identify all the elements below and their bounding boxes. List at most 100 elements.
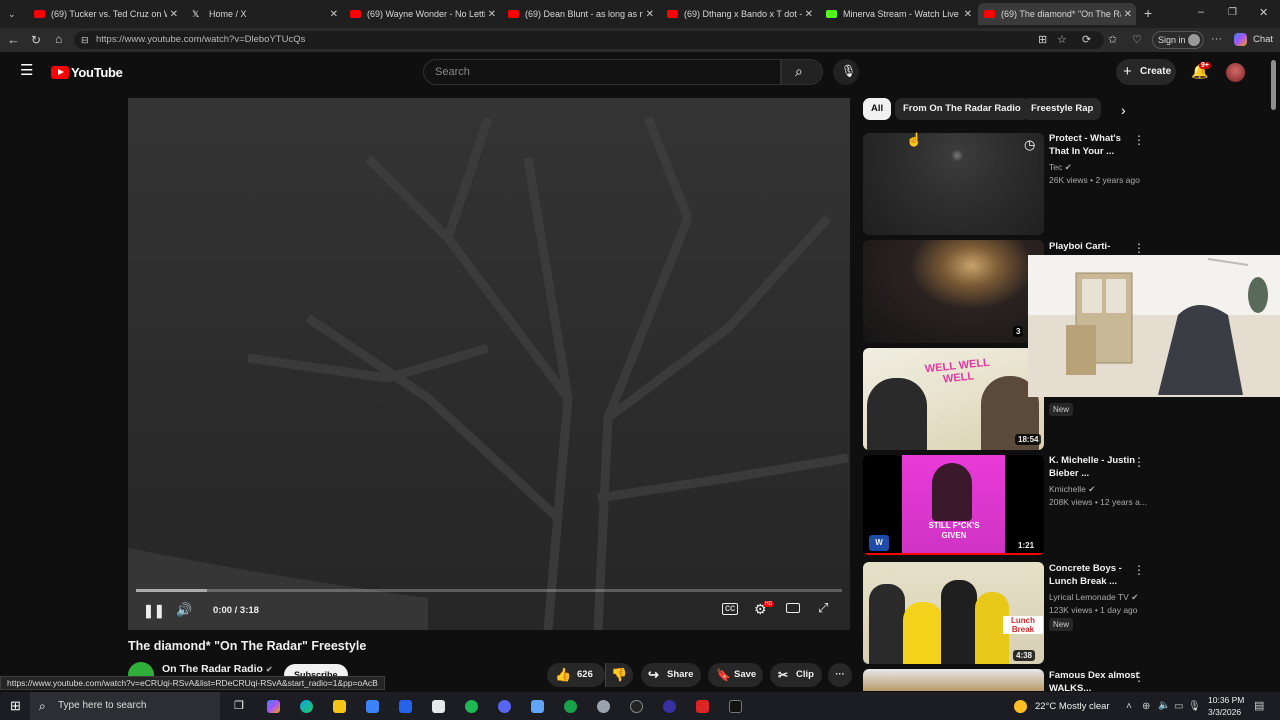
- fullscreen-icon[interactable]: ⤢: [818, 600, 828, 616]
- search-button[interactable]: ⌕: [781, 59, 823, 85]
- app-icon[interactable]: [531, 700, 544, 713]
- notepad-icon[interactable]: [432, 700, 445, 713]
- home-icon[interactable]: ⌂: [55, 33, 62, 45]
- more-options-icon[interactable]: ⋮: [1133, 133, 1145, 147]
- create-button[interactable]: + Create: [1116, 59, 1176, 85]
- volume-icon[interactable]: 🔊: [176, 602, 192, 618]
- app-available-icon[interactable]: ⊞: [1038, 34, 1047, 46]
- rec-channel[interactable]: Kmichelle ✔: [1049, 484, 1095, 495]
- epic-games-icon[interactable]: [729, 700, 742, 713]
- app-icon[interactable]: [663, 700, 676, 713]
- chip-from-on-the-radar[interactable]: From On The Radar Radio: [895, 98, 1029, 120]
- rec-thumbnail[interactable]: [863, 133, 1044, 235]
- theater-mode-icon[interactable]: [786, 603, 800, 613]
- tab-7-active[interactable]: (69) The diamond* "On The Radar✕: [978, 3, 1136, 25]
- mic-tray-icon[interactable]: 🎙: [1188, 701, 1201, 713]
- close-tab-icon[interactable]: ✕: [170, 9, 178, 20]
- pause-button[interactable]: ❚❚: [143, 603, 165, 619]
- save-button[interactable]: 🔖 Save: [708, 663, 763, 687]
- chevron-right-icon[interactable]: ›: [1121, 103, 1126, 117]
- tab-4[interactable]: (69) Dean Blunt - as long as rope✕: [502, 3, 658, 25]
- close-tab-icon[interactable]: ✕: [330, 9, 338, 20]
- rec-item[interactable]: STILL F*CK'S GIVEN W 1:21 K. Michelle - …: [863, 455, 1163, 555]
- tray-chevron-icon[interactable]: ˄: [1126, 701, 1132, 713]
- edge-icon[interactable]: [300, 700, 313, 713]
- rec-thumbnail[interactable]: [863, 669, 1044, 691]
- network-icon[interactable]: ⊕: [1142, 701, 1150, 713]
- close-tab-icon[interactable]: ✕: [488, 9, 496, 20]
- new-tab-icon[interactable]: +: [1144, 6, 1152, 20]
- mail-icon[interactable]: [399, 700, 412, 713]
- like-button[interactable]: 👍 626: [547, 663, 605, 687]
- weather-text[interactable]: 22°C Mostly clear: [1035, 701, 1110, 712]
- tab-3[interactable]: (69) Wayne Wonder - No Letting G✕: [344, 3, 500, 25]
- restore-icon[interactable]: ❐: [1228, 7, 1237, 19]
- more-options-icon[interactable]: ⋮: [1133, 455, 1145, 469]
- extensions-icon[interactable]: ⟳: [1082, 34, 1091, 46]
- more-actions-button[interactable]: ···: [828, 663, 852, 687]
- rec-thumbnail[interactable]: Lunch Break: [863, 562, 1044, 664]
- rec-item[interactable]: Famous Dex almost WALKS... ⋮: [863, 669, 1163, 691]
- taskbar-search-input[interactable]: ⌕ Type here to search: [30, 692, 220, 720]
- task-view-icon[interactable]: ❐: [234, 699, 247, 712]
- captions-icon[interactable]: cc: [722, 603, 738, 615]
- hamburger-menu-icon[interactable]: ☰: [20, 63, 33, 78]
- spotify-icon[interactable]: [465, 700, 478, 713]
- close-tab-icon[interactable]: ✕: [964, 9, 972, 20]
- watch-later-clock-icon[interactable]: ◷: [1024, 138, 1035, 151]
- sign-in-button[interactable]: Sign in: [1152, 31, 1204, 49]
- file-explorer-icon[interactable]: [333, 700, 346, 713]
- share-button[interactable]: ↪ Share: [641, 663, 701, 687]
- search-input[interactable]: Search: [423, 59, 781, 85]
- xbox-icon[interactable]: [564, 700, 577, 713]
- site-info-icon[interactable]: ⊟: [81, 34, 89, 46]
- avatar[interactable]: [1226, 63, 1245, 82]
- more-options-icon[interactable]: ⋮: [1133, 670, 1145, 684]
- clock-date[interactable]: 3/3/2026: [1208, 707, 1241, 717]
- close-window-icon[interactable]: ✕: [1259, 7, 1268, 19]
- close-tab-icon[interactable]: ✕: [805, 9, 813, 20]
- chat-label[interactable]: Chat: [1253, 34, 1273, 45]
- address-bar[interactable]: ⊟ https://www.youtube.com/watch?v=DleboY…: [74, 31, 1104, 49]
- chip-freestyle-rap[interactable]: Freestyle Rap: [1023, 98, 1102, 120]
- video-progress-bar[interactable]: [136, 589, 842, 592]
- volume-tray-icon[interactable]: 🔈: [1158, 700, 1170, 712]
- rec-channel[interactable]: Tec ✔: [1049, 162, 1072, 173]
- dislike-button[interactable]: 👎: [605, 663, 633, 687]
- tab-list-icon[interactable]: ⌄: [8, 8, 16, 20]
- page-scrollbar[interactable]: [1271, 60, 1276, 110]
- store-icon[interactable]: [366, 700, 379, 713]
- channel-name[interactable]: On The Radar Radio ✔: [162, 663, 273, 675]
- copilot-icon[interactable]: [1234, 33, 1247, 46]
- youtube-logo[interactable]: YouTube: [51, 65, 123, 80]
- favorites-icon[interactable]: ✩: [1108, 34, 1117, 46]
- refresh-icon[interactable]: ↻: [31, 34, 41, 46]
- copilot-taskbar-icon[interactable]: [267, 700, 280, 713]
- tab-5[interactable]: (69) Dthang x Bando x T dot - Talk✕: [661, 3, 817, 25]
- voice-search-button[interactable]: 🎙: [833, 59, 859, 85]
- notification-center-icon[interactable]: ▤: [1254, 700, 1264, 712]
- tab-2[interactable]: 𝕏 Home / X ✕: [186, 3, 342, 25]
- chip-all[interactable]: All: [863, 98, 892, 120]
- favorite-star-icon[interactable]: ☆: [1057, 34, 1067, 46]
- minimize-icon[interactable]: –: [1198, 6, 1204, 18]
- app-icon[interactable]: [696, 700, 709, 713]
- close-tab-icon[interactable]: ✕: [646, 9, 654, 20]
- rec-item[interactable]: ◷ Protect - What's That In Your ... Tec …: [863, 133, 1163, 235]
- rec-item[interactable]: Lunch Break 4:38 Concrete Boys - Lunch B…: [863, 562, 1163, 664]
- back-icon[interactable]: ←: [7, 33, 20, 46]
- tab-6[interactable]: Minerva Stream - Watch Live on K✕: [820, 3, 976, 25]
- close-tab-icon[interactable]: ✕: [1124, 9, 1132, 20]
- browser-essentials-icon[interactable]: ♡: [1132, 34, 1142, 46]
- video-player[interactable]: [128, 98, 850, 630]
- display-icon[interactable]: ▭: [1174, 701, 1183, 713]
- more-options-icon[interactable]: ⋮: [1133, 241, 1145, 255]
- more-menu-icon[interactable]: ···: [1211, 33, 1222, 45]
- more-options-icon[interactable]: ⋮: [1133, 563, 1145, 577]
- tab-1[interactable]: (69) Tucker vs. Ted Cruz on War w✕: [28, 3, 182, 25]
- app-icon[interactable]: [597, 700, 610, 713]
- clip-button[interactable]: ✂ Clip: [770, 663, 822, 687]
- discord-icon[interactable]: [498, 700, 511, 713]
- weather-icon[interactable]: [1014, 700, 1027, 713]
- windows-start-icon[interactable]: ⊞: [10, 699, 21, 712]
